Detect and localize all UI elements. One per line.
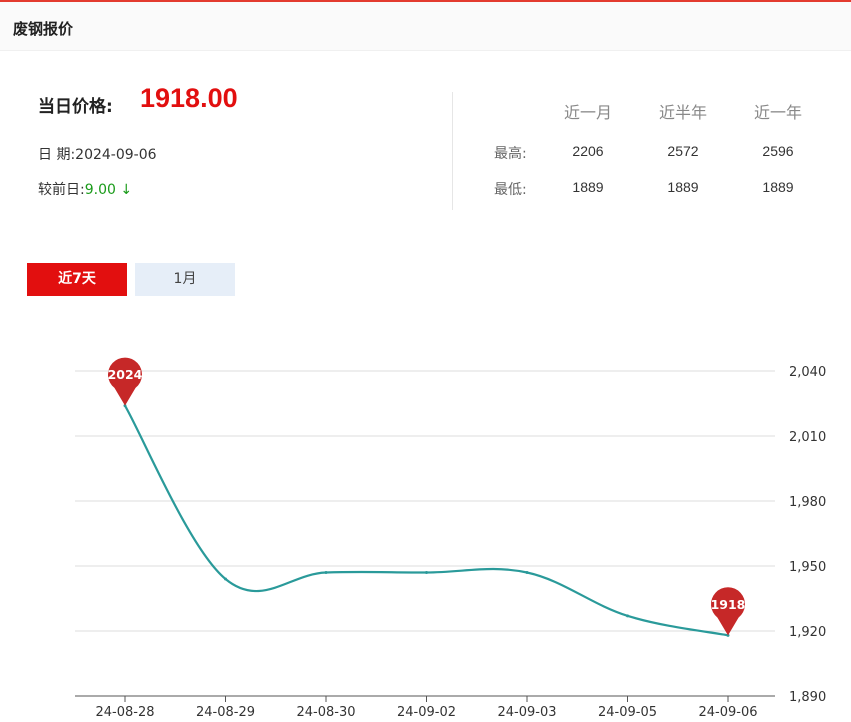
stats-col-year: 近一年 (753, 103, 802, 122)
x-tick-label: 24-08-28 (95, 705, 154, 720)
summary-divider (452, 92, 453, 210)
x-tick-label: 24-09-03 (497, 705, 556, 720)
change-line: 较前日:9.00 ↓ (38, 179, 132, 199)
marker-label: 2024 (108, 367, 143, 382)
data-point (525, 571, 529, 574)
marker-label: 1918 (711, 597, 746, 612)
date-label: 日 期: (38, 147, 76, 163)
data-point (425, 571, 428, 574)
change-value: 9.00 (84, 182, 116, 198)
stats-high-halfyear: 2572 (667, 143, 699, 159)
data-point (224, 577, 227, 581)
stats-high-month: 2206 (572, 143, 604, 159)
stats-col-month: 近一月 (563, 103, 612, 122)
date-line: 日 期:2024-09-06 (38, 144, 157, 164)
y-tick-label: 1,950 (789, 560, 826, 575)
data-point (626, 614, 629, 618)
price-label: 当日价格: (38, 97, 113, 117)
down-arrow-icon: ↓ (120, 182, 133, 198)
date-value: 2024-09-06 (75, 147, 157, 163)
data-point (324, 571, 328, 574)
stats-low-year: 1889 (762, 179, 794, 195)
change-label: 较前日: (38, 182, 85, 198)
stats-low-month: 1889 (572, 179, 604, 195)
x-tick-label: 24-09-05 (598, 705, 657, 720)
price-series-line (124, 405, 729, 637)
price-line-chart: 1,890 1,920 1,950 1,980 2,010 2,040 24-08-28 24… (75, 357, 826, 720)
tab-7-days[interactable]: 近7天 (27, 263, 127, 296)
panel-title: 废钢报价 (13, 20, 74, 38)
price-value: 1918.00 (140, 83, 238, 113)
x-tick-label: 24-09-02 (397, 705, 456, 720)
y-tick-label: 2,010 (789, 430, 826, 445)
y-tick-label: 1,920 (789, 625, 826, 640)
panel-header: 废钢报价 (0, 2, 851, 51)
stats-high-year: 2596 (762, 143, 794, 159)
stats-low-halfyear: 1889 (667, 179, 699, 195)
x-tick-label: 24-08-29 (196, 705, 255, 720)
x-tick-label: 24-09-06 (698, 705, 757, 720)
y-tick-label: 1,890 (789, 690, 826, 705)
stats-col-halfyear: 近半年 (658, 103, 707, 122)
x-tick-label: 24-08-30 (296, 705, 355, 720)
y-tick-label: 1,980 (789, 495, 826, 510)
y-tick-label: 2,040 (789, 365, 826, 380)
tab-1-month[interactable]: 1月 (135, 263, 235, 296)
